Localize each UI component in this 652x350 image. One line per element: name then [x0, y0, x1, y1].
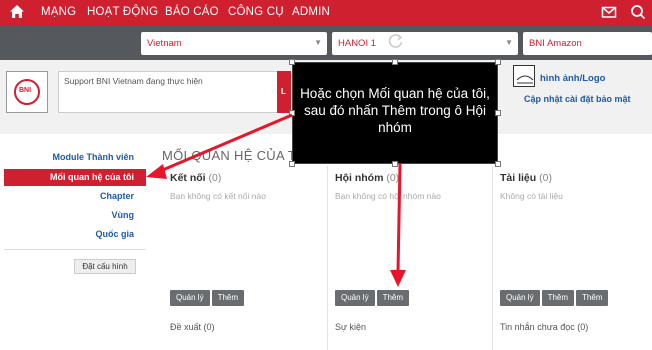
search-icon[interactable] [630, 4, 646, 20]
region-select[interactable]: HANOI 1 ▼ [332, 32, 518, 55]
region-select-value: HANOI 1 [338, 38, 377, 49]
unread-messages-heading: Tin nhắn chưa đọc (0) [500, 322, 589, 332]
rotate-handle-icon [388, 34, 403, 48]
status-input[interactable]: Support BNI Vietnam đang thực hiện [58, 71, 278, 113]
empty-message: Không có tài liệu [500, 191, 563, 201]
add-button[interactable]: Thêm [211, 290, 245, 306]
home-icon[interactable] [9, 4, 25, 20]
chevron-down-icon: ▼ [505, 38, 513, 47]
empty-message: Bạn không có hội nhóm nào [335, 191, 441, 201]
resize-handle [392, 59, 398, 65]
panel-title: Tài liệu [500, 172, 537, 184]
groups-panel: Hội nhóm (0) Bạn không có hội nhóm nào Q… [331, 166, 489, 350]
panel-count: (0) [208, 172, 222, 184]
column-divider [492, 166, 493, 350]
sidebar-item-module[interactable]: Module Thành viên [52, 152, 134, 162]
sidebar-item-chapter[interactable]: Chapter [100, 191, 134, 201]
nav-item-hoat-dong[interactable]: HOẠT ĐỘNG [87, 6, 158, 18]
column-divider [327, 166, 328, 350]
sidebar: Module Thành viên Mối quan hệ của tôi Ch… [0, 140, 150, 350]
manage-button[interactable]: Quản lý [335, 290, 375, 306]
documents-panel: Tài liệu (0) Không có tài liệu Quản lý T… [496, 166, 648, 350]
instruction-callout: Hoặc chọn Mối quan hệ của tôi, sau đó nh… [292, 62, 498, 164]
security-settings-link[interactable]: Cập nhật cài đặt bảo mật [524, 94, 631, 104]
bni-logo: BNI [6, 71, 48, 113]
country-select-value: Vietnam [147, 38, 182, 49]
resize-handle [495, 59, 501, 65]
add-button[interactable]: Thêm [576, 290, 609, 306]
top-nav: MẠNG HOẠT ĐỘNG BÁO CÁO CÔNG CỤ ADMIN [0, 0, 652, 26]
selector-bar: Vietnam ▼ HANOI 1 ▼ BNI Amazon [0, 26, 652, 60]
sidebar-item-label: Mối quan hệ của tôi [49, 172, 134, 182]
sidebar-item-region[interactable]: Vùng [112, 210, 135, 220]
panel-title: Kết nối [170, 172, 206, 184]
add-button[interactable]: Thêm [541, 290, 575, 306]
configure-button[interactable]: Đặt cấu hình [74, 259, 136, 274]
panel-heading: Kết nối (0) [170, 172, 221, 184]
sidebar-divider [4, 249, 146, 250]
panel-count: (0) [386, 172, 400, 184]
page-title: MỐI QUAN HỆ CỦA T [162, 148, 297, 163]
panel-heading: Hội nhóm (0) [335, 172, 399, 184]
events-heading: Sự kiện [335, 322, 367, 332]
sidebar-item-country[interactable]: Quốc gia [95, 229, 134, 239]
status-submit-button[interactable]: L [277, 71, 291, 113]
resize-handle [289, 161, 295, 167]
chapter-select-value: BNI Amazon [529, 38, 582, 49]
sidebar-item-my-relationships[interactable]: Mối quan hệ của tôi [4, 169, 146, 186]
resize-handle [289, 59, 295, 65]
resize-handle [495, 110, 501, 116]
image-icon [513, 65, 535, 87]
suggestions-heading: Đề xuất (0) [170, 322, 215, 332]
nav-item-admin[interactable]: ADMIN [292, 6, 330, 18]
panel-title: Hội nhóm [335, 172, 384, 184]
panel-count: (0) [539, 172, 552, 184]
nav-item-cong-cu[interactable]: CÔNG CỤ [228, 6, 284, 18]
nav-item-mang[interactable]: MẠNG [41, 6, 76, 18]
manage-button[interactable]: Quản lý [170, 290, 210, 306]
nav-item-bao-cao[interactable]: BÁO CÁO [165, 6, 219, 18]
chapter-select[interactable]: BNI Amazon [523, 32, 652, 55]
panel-heading: Tài liệu (0) [500, 172, 552, 184]
resize-handle [495, 161, 501, 167]
country-select[interactable]: Vietnam ▼ [141, 32, 327, 55]
add-group-button[interactable]: Thêm [376, 290, 410, 306]
resize-handle [392, 161, 398, 167]
image-logo-link[interactable]: hình ảnh/Logo [540, 73, 605, 84]
connections-panel: Kết nối (0) Bạn không có kết nối nào Quả… [166, 166, 324, 350]
manage-button[interactable]: Quản lý [500, 290, 540, 306]
empty-message: Bạn không có kết nối nào [170, 191, 266, 201]
logo-text: BNI [19, 87, 32, 94]
mail-icon[interactable] [601, 4, 617, 20]
chevron-down-icon: ▼ [314, 38, 322, 47]
resize-handle [289, 110, 295, 116]
status-input-value: Support BNI Vietnam đang thực hiện [64, 76, 203, 86]
